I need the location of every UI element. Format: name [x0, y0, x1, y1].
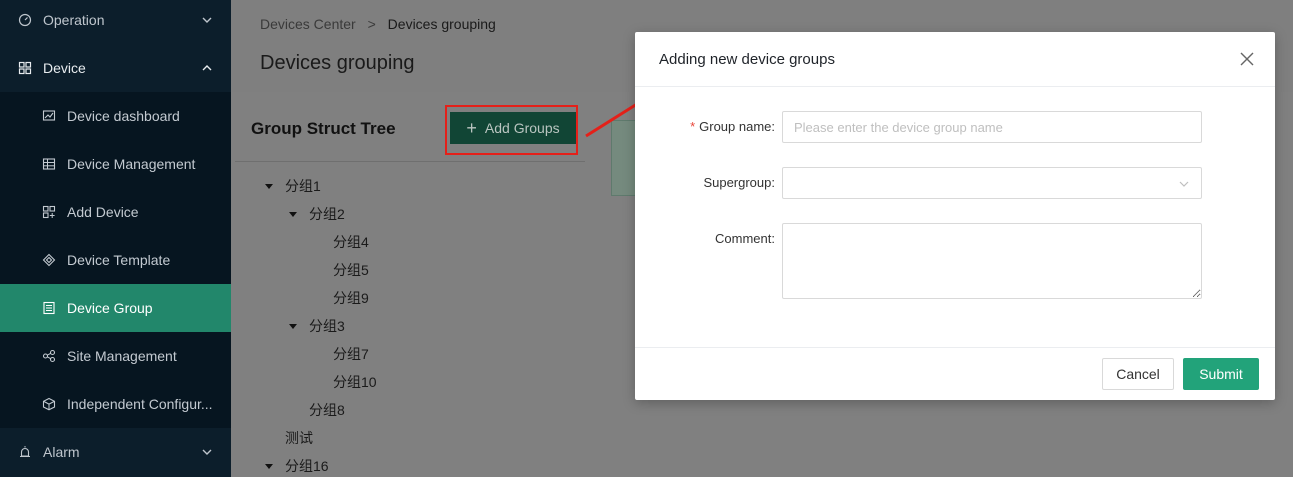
- chevron-down-icon: [202, 449, 212, 455]
- group-icon: [42, 301, 56, 315]
- alarm-icon: [18, 445, 32, 459]
- tree-node-label: 分组1: [285, 178, 321, 194]
- sidebar-item-label: Add Device: [67, 204, 139, 220]
- submit-button[interactable]: Submit: [1183, 358, 1259, 390]
- tree-node[interactable]: 分组4: [333, 228, 369, 256]
- site-icon: [42, 349, 56, 363]
- caret-down-icon[interactable]: [289, 323, 297, 329]
- sidebar-item-label: Device: [43, 60, 86, 76]
- sidebar-item-label: Device dashboard: [67, 108, 180, 124]
- dashboard-icon: [18, 13, 32, 27]
- chevron-down-icon: [1179, 181, 1189, 187]
- tree-node[interactable]: 分组8: [309, 396, 345, 424]
- add-device-icon: [42, 205, 56, 219]
- tree-node[interactable]: 分组3: [289, 312, 345, 340]
- tree-node-label: 分组3: [309, 318, 345, 334]
- tree-node-label: 分组4: [333, 234, 369, 250]
- template-icon: [42, 253, 56, 267]
- caret-down-icon[interactable]: [265, 183, 273, 189]
- device-icon: [18, 61, 32, 75]
- tree-node[interactable]: 分组2: [289, 200, 345, 228]
- group-tree-panel: Group Struct Tree + Add Groups 分组1 分组2 分…: [235, 92, 585, 477]
- tree-node[interactable]: 分组7: [333, 340, 369, 368]
- page-title: Devices grouping: [260, 52, 415, 74]
- chart-icon: [42, 109, 56, 123]
- group-name-input[interactable]: [782, 111, 1202, 143]
- modal-footer: Cancel Submit: [635, 347, 1275, 400]
- table-icon: [42, 157, 56, 171]
- breadcrumb-current: Devices grouping: [387, 16, 496, 32]
- caret-down-icon[interactable]: [289, 211, 297, 217]
- breadcrumb: Devices Center > Devices grouping: [260, 16, 496, 32]
- sidebar-item-label: Device Group: [67, 300, 153, 316]
- tree-node-label: 分组10: [333, 374, 377, 390]
- cancel-button[interactable]: Cancel: [1102, 358, 1174, 390]
- breadcrumb-separator: >: [367, 16, 376, 32]
- sidebar-item-device-template[interactable]: Device Template: [0, 236, 231, 284]
- tree-node-label: 分组7: [333, 346, 369, 362]
- sidebar-item-device-management[interactable]: Device Management: [0, 140, 231, 188]
- supergroup-select[interactable]: [782, 167, 1202, 199]
- add-group-modal: Adding new device groups *Group name: Su…: [635, 32, 1275, 400]
- tree-header: Group Struct Tree + Add Groups: [235, 92, 585, 162]
- close-icon[interactable]: [1239, 51, 1255, 67]
- sidebar-item-alarm[interactable]: Alarm: [0, 428, 231, 476]
- tree-node-label: 分组8: [309, 402, 345, 418]
- chevron-down-icon: [202, 17, 212, 23]
- sidebar-item-add-device[interactable]: Add Device: [0, 188, 231, 236]
- sidebar-item-label: Independent Configur...: [67, 396, 213, 412]
- sidebar-item-site-management[interactable]: Site Management: [0, 332, 231, 380]
- cube-icon: [42, 397, 56, 411]
- comment-label: Comment:: [715, 231, 775, 246]
- caret-down-icon[interactable]: [265, 463, 273, 469]
- tree-node-label: 分组2: [309, 206, 345, 222]
- breadcrumb-root[interactable]: Devices Center: [260, 16, 356, 32]
- tree-node[interactable]: 分组5: [333, 256, 369, 284]
- sidebar-item-device-group[interactable]: Device Group: [0, 284, 231, 332]
- sidebar-item-device[interactable]: Device: [0, 44, 231, 92]
- tree-node-label: 分组16: [285, 458, 329, 474]
- required-mark: *: [690, 119, 696, 134]
- add-groups-button[interactable]: + Add Groups: [450, 112, 576, 144]
- sidebar-item-label: Device Template: [67, 252, 171, 268]
- sidebar-item-label: Device Management: [67, 156, 196, 172]
- tree-node[interactable]: 分组9: [333, 284, 369, 312]
- sidebar-item-independent-configuration[interactable]: Independent Configur...: [0, 380, 231, 428]
- tree-node[interactable]: 分组10: [333, 368, 377, 396]
- tree-node-label: 分组9: [333, 290, 369, 306]
- sidebar-item-operation[interactable]: Operation: [0, 0, 231, 44]
- sidebar-item-label: Operation: [43, 12, 105, 28]
- supergroup-label: Supergroup:: [703, 175, 775, 190]
- tree-node[interactable]: 分组1: [265, 172, 321, 200]
- tree-title: Group Struct Tree: [251, 119, 396, 138]
- group-name-label: * Group name:: [690, 119, 775, 134]
- tree-node[interactable]: 分组16: [265, 452, 329, 477]
- add-groups-label: Add Groups: [484, 120, 560, 136]
- sidebar: Operation Device Device dashboard Device…: [0, 0, 231, 477]
- tree-node-label: 测试: [285, 430, 313, 446]
- modal-header: Adding new device groups: [635, 32, 1275, 87]
- sidebar-item-device-dashboard[interactable]: Device dashboard: [0, 92, 231, 140]
- modal-title: Adding new device groups: [659, 51, 835, 68]
- tree-node[interactable]: 测试: [285, 424, 313, 452]
- comment-textarea[interactable]: [782, 223, 1202, 299]
- tree-node-label: 分组5: [333, 262, 369, 278]
- plus-icon: +: [466, 118, 477, 138]
- sidebar-item-label: Site Management: [67, 348, 177, 364]
- chevron-up-icon: [202, 65, 212, 71]
- sidebar-item-label: Alarm: [43, 444, 80, 460]
